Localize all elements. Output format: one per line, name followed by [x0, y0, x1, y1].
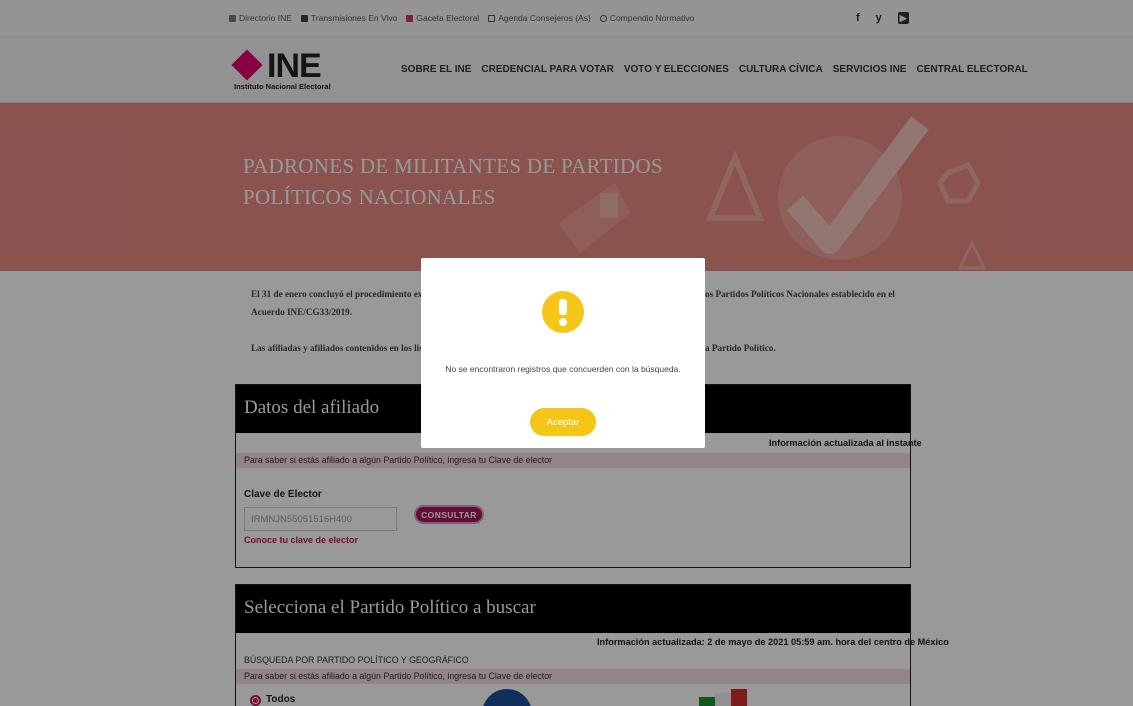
warning-icon [542, 291, 584, 333]
aceptar-button[interactable]: Aceptar [530, 408, 596, 436]
alert-dialog: No se encontraron registros que concuerd… [421, 258, 705, 448]
alert-message: No se encontraron registros que concuerd… [445, 364, 681, 374]
